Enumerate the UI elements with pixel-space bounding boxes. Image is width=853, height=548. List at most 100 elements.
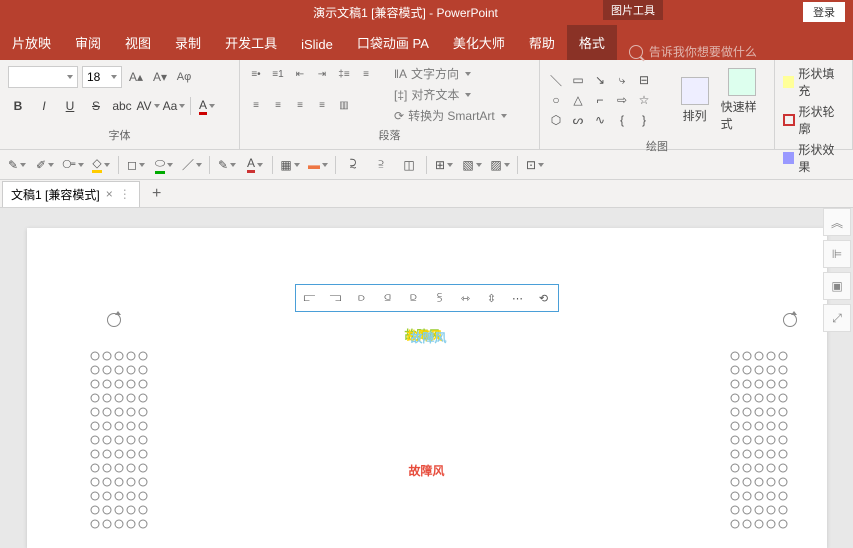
shape-textbox-icon[interactable]: ⊟ (634, 71, 654, 89)
shrink-font-button[interactable]: A▾ (150, 67, 170, 87)
rotate-handle-icon[interactable] (107, 313, 121, 327)
shape-brace-l-icon[interactable]: { (612, 111, 632, 129)
indent-inc-button[interactable]: ⇥ (312, 64, 332, 84)
shape-triangle-icon[interactable]: △ (568, 91, 588, 109)
slide[interactable]: ⫍ ⫎ ⫐ ⫑ ⫒ ⫓ ⇿ ⇳ ⋯ ⟲ 故障风 故障风 故障风 故障风 /*ro… (27, 228, 827, 548)
shape-star-icon[interactable]: ☆ (634, 91, 654, 109)
rotate-handle-icon[interactable] (783, 313, 797, 327)
indent-dec-button[interactable]: ⇤ (290, 64, 310, 84)
group-button[interactable]: ⊞ (433, 154, 455, 176)
shape-fill-tool-button[interactable]: ⬭ (153, 154, 175, 176)
notes-icon[interactable]: ⊫ (823, 240, 851, 268)
tab-review[interactable]: 审阅 (63, 25, 113, 60)
shape-right-arrow-icon[interactable]: ⇨ (612, 91, 632, 109)
align-left-icon[interactable]: ⫍ (298, 287, 322, 309)
shape-freeform-icon[interactable]: ᔕ (568, 111, 588, 129)
distribute-button[interactable]: ≡ (312, 96, 332, 116)
tab-islide[interactable]: iSlide (289, 29, 345, 60)
dist-v-icon[interactable]: ⇳ (480, 287, 504, 309)
char-spacing-button[interactable]: AV (138, 96, 158, 116)
more-icon[interactable]: ⋯ (506, 287, 530, 309)
columns-button[interactable]: ▥ (334, 96, 354, 116)
change-case-button[interactable]: Aa (164, 96, 184, 116)
tab-record[interactable]: 录制 (163, 25, 213, 60)
font-color-quick-button[interactable]: A (244, 154, 266, 176)
align-right-button[interactable]: ≡ (268, 96, 288, 116)
shape-elbow-icon[interactable]: ⌐ (590, 91, 610, 109)
align-h-button[interactable]: ⫈ (342, 154, 364, 176)
align-top-icon[interactable]: ⫑ (376, 287, 400, 309)
shape-rect-icon[interactable]: ▭ (568, 71, 588, 89)
palette-button[interactable]: ▬ (307, 154, 329, 176)
handle-cluster-right[interactable] (727, 348, 807, 548)
numbering-button[interactable]: ≡1 (268, 64, 288, 84)
color-grid-button[interactable]: ▦ (279, 154, 301, 176)
align-right-icon[interactable]: ⫐ (350, 287, 374, 309)
selection-icon[interactable]: ▣ (823, 272, 851, 300)
line-spacing-button[interactable]: ‡≡ (334, 64, 354, 84)
align-left-button[interactable]: ≡ (356, 64, 376, 84)
shape-oval-icon[interactable]: ○ (546, 91, 566, 109)
shape-brace-r-icon[interactable]: } (634, 111, 654, 129)
align-bottom-icon[interactable]: ⫓ (428, 287, 452, 309)
eyedropper-button[interactable]: ✎ (6, 154, 28, 176)
dist-h-icon[interactable]: ⇿ (454, 287, 478, 309)
highlighter-button[interactable]: ⧃ (62, 154, 84, 176)
dist-h-button[interactable]: ◫ (398, 154, 420, 176)
tab-developer[interactable]: 开发工具 (213, 25, 289, 60)
font-family-combo[interactable] (8, 66, 78, 88)
handle-cluster-left[interactable] (87, 348, 167, 548)
doc-tab-active[interactable]: 文稿1 [兼容模式] × ⋮ (2, 181, 140, 207)
ink-pen-button[interactable]: ✐ (34, 154, 56, 176)
selection-pane-button[interactable]: ⊡ (524, 154, 546, 176)
grow-font-button[interactable]: A▴ (126, 67, 146, 87)
tab-slideshow[interactable]: 片放映 (0, 25, 63, 60)
shape-tool-button[interactable]: ◻ (125, 154, 147, 176)
shape-connector-icon[interactable]: ⤷ (612, 71, 632, 89)
font-size-combo[interactable]: 18 (82, 66, 122, 88)
font-color-button[interactable]: A (197, 96, 217, 116)
tab-format[interactable]: 格式 (567, 25, 617, 60)
eyedropper2-button[interactable]: ✎ (216, 154, 238, 176)
align-center-button[interactable]: ≡ (246, 96, 266, 116)
login-button[interactable]: 登录 (803, 2, 845, 22)
tell-me-search[interactable]: 告诉我你想要做什么 (617, 43, 769, 60)
shape-line-icon[interactable]: ＼ (546, 71, 566, 89)
shape-arrow-icon[interactable]: ↘ (590, 71, 610, 89)
bring-forward-button[interactable]: ▧ (461, 154, 483, 176)
shape-outline-button[interactable]: 形状轮廓 (781, 102, 846, 138)
bold-button[interactable]: B (8, 96, 28, 116)
align-center-h-icon[interactable]: ⫎ (324, 287, 348, 309)
quick-styles-button[interactable]: 快速样式 (717, 64, 768, 136)
shape-effects-button[interactable]: 形状效果 (781, 140, 846, 176)
tab-view[interactable]: 视图 (113, 25, 163, 60)
shape-gallery[interactable]: ＼ ▭ ↘ ⤷ ⊟ ○ △ ⌐ ⇨ ☆ ⬡ ᔕ ∿ { } (546, 71, 673, 129)
clear-format-button[interactable]: Aφ (174, 67, 194, 87)
align-v-button[interactable]: ⫆ (370, 154, 392, 176)
glitch-text-object[interactable]: 故障风 故障风 故障风 故障风 (408, 328, 444, 512)
align-text-button[interactable]: [‡]对齐文本 (392, 85, 509, 104)
strike-button[interactable]: S (86, 96, 106, 116)
bullets-button[interactable]: ≡• (246, 64, 266, 84)
slide-canvas[interactable]: ⫍ ⫎ ⫐ ⫑ ⫒ ⫓ ⇿ ⇳ ⋯ ⟲ 故障风 故障风 故障风 故障风 /*ro… (0, 208, 853, 548)
text-direction-button[interactable]: ‖A文字方向 (392, 64, 509, 83)
tab-pocket-anim[interactable]: 口袋动画 PA (345, 25, 441, 60)
convert-smartart-button[interactable]: ⟳转换为 SmartArt (392, 106, 509, 125)
shape-hex-icon[interactable]: ⬡ (546, 111, 566, 129)
new-tab-button[interactable]: + (146, 183, 168, 205)
fill-color-button[interactable]: ◇ (90, 154, 112, 176)
send-backward-button[interactable]: ▨ (489, 154, 511, 176)
line-tool-button[interactable]: ／ (181, 154, 203, 176)
align-middle-icon[interactable]: ⫒ (402, 287, 426, 309)
italic-button[interactable]: I (34, 96, 54, 116)
close-tab-icon[interactable]: × (106, 187, 113, 201)
underline-button[interactable]: U (60, 96, 80, 116)
arrange-button[interactable]: 排列 (677, 73, 713, 128)
justify-button[interactable]: ≡ (290, 96, 310, 116)
tab-beautify[interactable]: 美化大师 (441, 25, 517, 60)
rotate-icon[interactable]: ⟲ (532, 287, 556, 309)
collapse-up-icon[interactable]: ︽ (823, 208, 851, 236)
shape-fill-button[interactable]: 形状填充 (781, 64, 846, 100)
shadow-button[interactable]: abc (112, 96, 132, 116)
tab-help[interactable]: 帮助 (517, 25, 567, 60)
